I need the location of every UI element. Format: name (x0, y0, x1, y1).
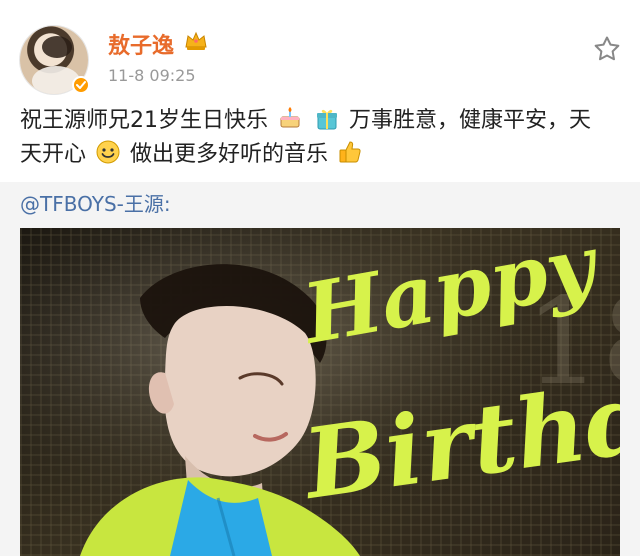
verified-badge-icon (72, 76, 90, 94)
weibo-post-header: 敖子逸 11-8 09:25 (0, 0, 640, 100)
post-text-segment: 天开心 (20, 142, 87, 167)
star-outline-icon[interactable] (592, 34, 622, 64)
post-timestamp: 11-8 09:25 (108, 66, 196, 85)
gift-emoji-icon (314, 105, 340, 131)
avatar[interactable] (20, 26, 90, 94)
mention-link[interactable]: @TFBOYS-王源: (20, 188, 171, 217)
thumbs-up-emoji-icon (337, 139, 363, 165)
poster-art: 18 Happy Birthday (20, 228, 620, 556)
birthday-poster-image[interactable]: 18 Happy Birthday (20, 228, 620, 556)
crown-icon[interactable] (184, 30, 208, 52)
smile-emoji-icon (95, 139, 121, 165)
post-text-segment: 祝王源师兄21岁生日快乐 (20, 108, 268, 133)
post-text-segment: 做出更多好听的音乐 (130, 142, 329, 167)
birthday-cake-emoji-icon (277, 105, 303, 131)
post-text-segment: 万事胜意，健康平安，天 (349, 108, 592, 133)
post-text: 祝王源师兄21岁生日快乐 万事胜意，健康平安，天 天开心 做出更多好听的音乐 (20, 104, 630, 172)
username[interactable]: 敖子逸 (108, 28, 174, 60)
